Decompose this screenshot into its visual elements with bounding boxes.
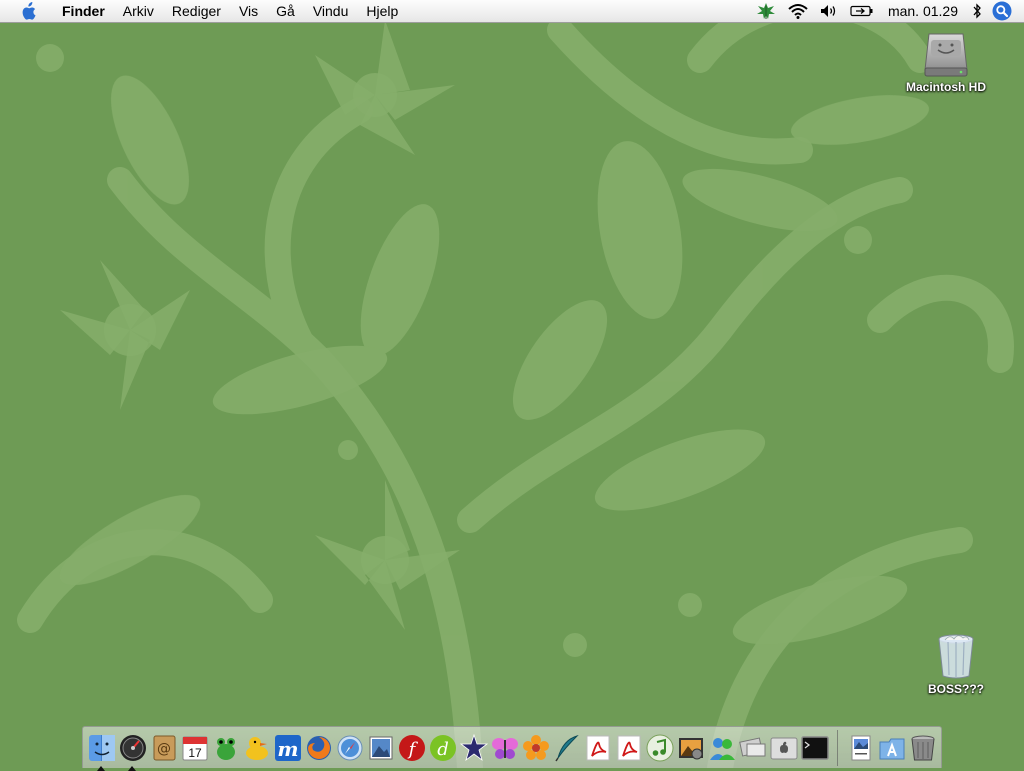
document-stack-icon[interactable]	[846, 732, 875, 764]
migration-icon[interactable]	[738, 732, 767, 764]
boss-desktop-icon[interactable]: BOSS???	[925, 632, 987, 696]
apple-menu-icon[interactable]	[17, 0, 39, 22]
address-book-icon[interactable]: @	[149, 732, 178, 764]
wifi-icon[interactable]	[782, 0, 814, 22]
menu-clock[interactable]: man. 01.29	[880, 0, 966, 22]
svg-text:17: 17	[188, 746, 202, 760]
ical-icon[interactable]: 17	[180, 732, 209, 764]
flash-icon[interactable]: f	[397, 732, 426, 764]
menu-ga[interactable]: Gå	[267, 0, 304, 22]
leaf-icon[interactable]	[750, 0, 782, 22]
battery-icon[interactable]	[844, 0, 880, 22]
boss-label: BOSS???	[928, 682, 984, 696]
terminal-icon[interactable]	[800, 732, 829, 764]
macintosh-hd-label: Macintosh HD	[905, 80, 986, 94]
trash-icon[interactable]	[908, 732, 937, 764]
green-frog-icon[interactable]	[211, 732, 240, 764]
menu-finder[interactable]: Finder	[53, 0, 114, 22]
butterfly-icon[interactable]	[490, 732, 519, 764]
menu-hjelp[interactable]: Hjelp	[357, 0, 407, 22]
applications-folder-icon[interactable]	[877, 732, 906, 764]
messenger-icon[interactable]	[707, 732, 736, 764]
preview-photo-icon[interactable]	[366, 732, 395, 764]
iphoto-icon[interactable]	[676, 732, 705, 764]
safari-icon[interactable]	[335, 732, 364, 764]
quill-icon[interactable]	[552, 732, 581, 764]
imovie-star-icon[interactable]	[459, 732, 488, 764]
svg-text:m: m	[277, 737, 298, 761]
menu-rediger[interactable]: Rediger	[163, 0, 230, 22]
acrobat-icon[interactable]	[583, 732, 612, 764]
hard-drive-icon	[924, 33, 968, 77]
firefox-icon[interactable]	[304, 732, 333, 764]
macintosh-hd-desktop-icon[interactable]: Macintosh HD	[900, 30, 992, 94]
flower-icon[interactable]	[521, 732, 550, 764]
menu-extras: man. 01.29	[750, 0, 1024, 22]
menu-vis[interactable]: Vis	[230, 0, 267, 22]
trash-can-icon	[938, 634, 974, 679]
acrobat-reader-icon[interactable]	[614, 732, 643, 764]
menu-arkiv[interactable]: Arkiv	[114, 0, 163, 22]
running-indicator	[97, 765, 105, 771]
spotlight-icon[interactable]	[992, 1, 1012, 21]
m-app-icon[interactable]: m	[273, 732, 302, 764]
volume-icon[interactable]	[814, 0, 844, 22]
dashboard-icon[interactable]	[118, 732, 147, 771]
system-prefs-icon[interactable]	[769, 732, 798, 764]
dock: @ 17 m f d	[82, 726, 942, 771]
bluetooth-icon[interactable]	[966, 0, 988, 22]
menu-vindu[interactable]: Vindu	[304, 0, 358, 22]
dock-separator	[837, 729, 838, 766]
finder-icon[interactable]	[87, 732, 116, 771]
itunes-icon[interactable]	[645, 732, 674, 764]
menu-bar: Finder Arkiv Rediger Vis Gå Vindu Hjelp	[0, 0, 1024, 23]
desktop-wallpaper	[0, 0, 1024, 768]
running-indicator	[128, 765, 136, 771]
svg-text:@: @	[157, 741, 171, 757]
svg-text:d: d	[437, 739, 449, 760]
dreamweaver-icon[interactable]: d	[428, 732, 457, 764]
yellow-duck-icon[interactable]	[242, 732, 271, 764]
